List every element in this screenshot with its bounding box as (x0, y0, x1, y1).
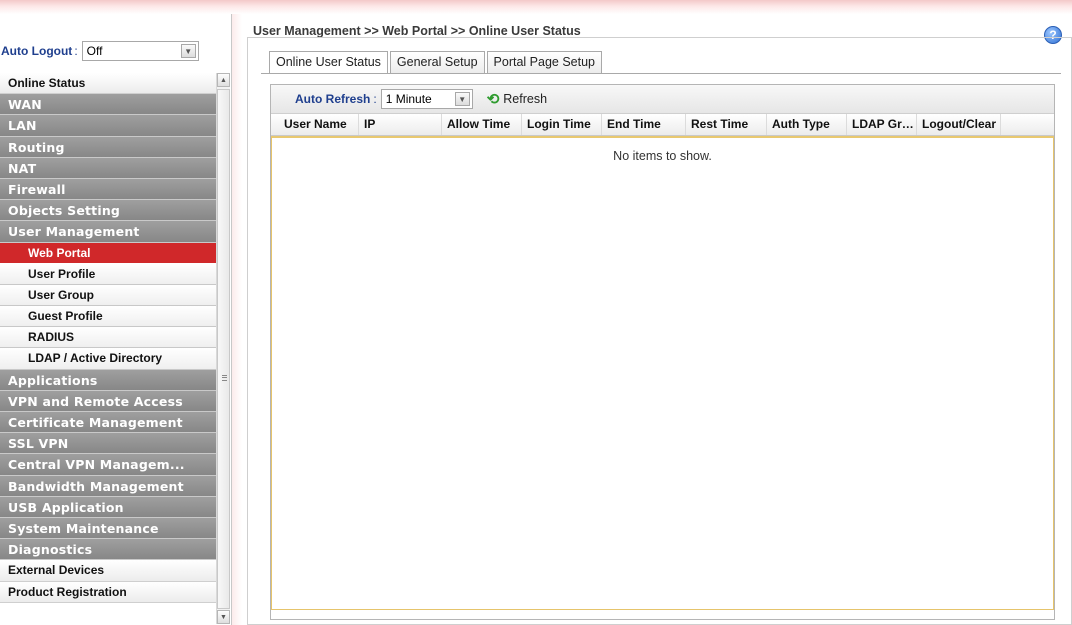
tab-online-user-status[interactable]: Online User Status (269, 51, 388, 73)
column-header-login-time[interactable]: Login Time (522, 114, 602, 135)
sidebar-item-lan[interactable]: LAN (0, 115, 216, 137)
refresh-icon: ⟲ (486, 91, 500, 108)
sidebar-item-user-group[interactable]: User Group (0, 284, 216, 307)
sidebar-item-user-profile[interactable]: User Profile (0, 263, 216, 285)
auto-logout-row: Auto Logout : Off ▼ (0, 38, 230, 64)
sidebar-item-objects-setting[interactable]: Objects Setting (0, 200, 216, 222)
sidebar-item-online-status[interactable]: Online Status (0, 73, 216, 95)
column-header-auth-type[interactable]: Auth Type (767, 114, 847, 135)
tab-general-setup[interactable]: General Setup (389, 51, 485, 73)
breadcrumb: User Management >> Web Portal >> Online … (253, 24, 581, 38)
grid-body: No items to show. (271, 136, 1054, 610)
column-header-logout-clear[interactable]: Logout/Clear (917, 114, 1001, 135)
auto-refresh-value: 1 Minute (385, 92, 432, 106)
auto-logout-select[interactable]: Off ▼ (81, 41, 199, 61)
sidebar-item-central-vpn-managem[interactable]: Central VPN Managem... (0, 454, 216, 476)
auto-refresh-colon: : (373, 92, 377, 106)
tab-portal-page-setup[interactable]: Portal Page Setup (486, 51, 602, 73)
column-header-rest-time[interactable]: Rest Time (686, 114, 767, 135)
column-header-user-name[interactable]: User Name (279, 114, 359, 135)
scroll-up-arrow-icon[interactable]: ▲ (217, 73, 230, 87)
sidebar-item-wan[interactable]: WAN (0, 94, 216, 116)
auto-refresh-label: Auto Refresh (295, 92, 371, 106)
sidebar-item-routing[interactable]: Routing (0, 136, 216, 158)
tab-divider (261, 73, 1061, 74)
auto-logout-label: Auto Logout (1, 44, 73, 58)
sidebar-item-system-maintenance[interactable]: System Maintenance (0, 517, 216, 540)
sidebar-item-firewall[interactable]: Firewall (0, 178, 216, 201)
auto-refresh-select[interactable]: 1 Minute ▼ (380, 89, 473, 109)
grid-header-row: User Name IP Allow Time Login Time End T… (271, 114, 1054, 136)
sidebar-item-radius[interactable]: RADIUS (0, 327, 216, 349)
auto-logout-colon: : (74, 44, 78, 58)
scrollbar-thumb[interactable] (217, 89, 230, 609)
sidebar-item-ldap-active-directory[interactable]: LDAP / Active Directory (0, 348, 216, 370)
sidebar-item-user-management[interactable]: User Management (0, 221, 216, 243)
column-header-end-time[interactable]: End Time (602, 114, 686, 135)
empty-message: No items to show. (613, 149, 712, 163)
column-header-ldap-group[interactable]: LDAP Gro... (847, 114, 917, 135)
sidebar-scrollbar[interactable]: ▲ ▼ (216, 73, 230, 624)
top-banner-strip (0, 0, 1072, 14)
scroll-down-arrow-icon[interactable]: ▼ (217, 610, 230, 624)
sidebar-item-bandwidth-management[interactable]: Bandwidth Management (0, 475, 216, 497)
column-header-ip[interactable]: IP (359, 114, 442, 135)
refresh-button[interactable]: ⟲ Refresh (487, 90, 547, 108)
sidebar-item-certificate-management[interactable]: Certificate Management (0, 412, 216, 434)
grip-icon (222, 375, 227, 381)
online-users-grid: Auto Refresh : 1 Minute ▼ ⟲ Refresh User… (270, 84, 1055, 620)
sidebar-item-vpn-and-remote-access[interactable]: VPN and Remote Access (0, 390, 216, 412)
tab-bar: Online User Status General Setup Portal … (269, 51, 604, 73)
grid-toolbar: Auto Refresh : 1 Minute ▼ ⟲ Refresh (271, 85, 1054, 114)
column-header-allow-time[interactable]: Allow Time (442, 114, 522, 135)
sidebar-item-applications[interactable]: Applications (0, 369, 216, 391)
sidebar-item-usb-application[interactable]: USB Application (0, 496, 216, 518)
sidebar-item-web-portal[interactable]: Web Portal (0, 242, 216, 264)
sidebar-item-nat[interactable]: NAT (0, 157, 216, 179)
refresh-label: Refresh (503, 92, 548, 106)
main-content: User Management >> Web Portal >> Online … (247, 14, 1072, 625)
sidebar-item-diagnostics[interactable]: Diagnostics (0, 539, 216, 561)
sidebar-item-external-devices[interactable]: External Devices (0, 560, 216, 582)
sidebar: Auto Logout : Off ▼ Online Status WAN LAN R… (0, 14, 232, 625)
sidebar-menu: Online Status WAN LAN Routing NAT Firewall Obj… (0, 73, 216, 603)
chevron-down-icon[interactable]: ▼ (454, 92, 470, 106)
sidebar-item-ssl-vpn[interactable]: SSL VPN (0, 433, 216, 455)
sidebar-item-guest-profile[interactable]: Guest Profile (0, 306, 216, 328)
sidebar-item-product-registration[interactable]: Product Registration (0, 581, 216, 603)
auto-logout-value: Off (86, 44, 103, 58)
chevron-down-icon[interactable]: ▼ (180, 44, 196, 58)
